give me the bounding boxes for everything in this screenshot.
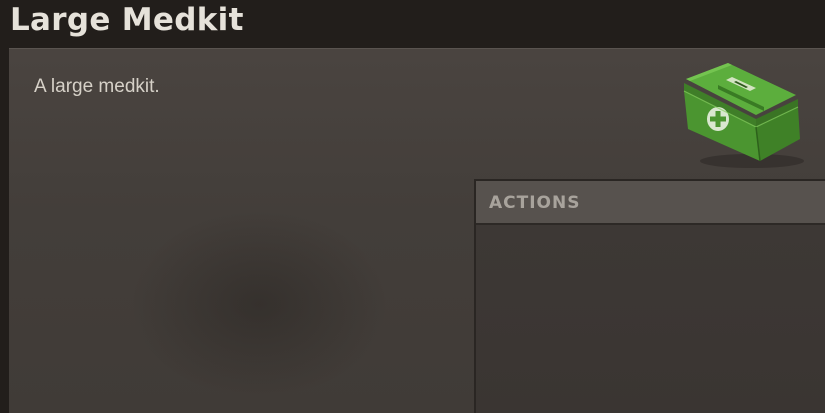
- green-medkit-box-icon: [674, 57, 809, 172]
- item-title: Large Medkit: [10, 2, 244, 38]
- actions-header: ACTIONS: [476, 181, 825, 225]
- item-inspector: Large Medkit A large medkit. ACTIONS: [0, 0, 825, 413]
- actions-header-label: ACTIONS: [489, 193, 581, 213]
- item-details-panel: A large medkit. ACTIONS: [9, 48, 825, 413]
- actions-list[interactable]: [476, 225, 825, 413]
- item-description: A large medkit.: [34, 76, 160, 97]
- actions-panel: ACTIONS: [474, 179, 825, 413]
